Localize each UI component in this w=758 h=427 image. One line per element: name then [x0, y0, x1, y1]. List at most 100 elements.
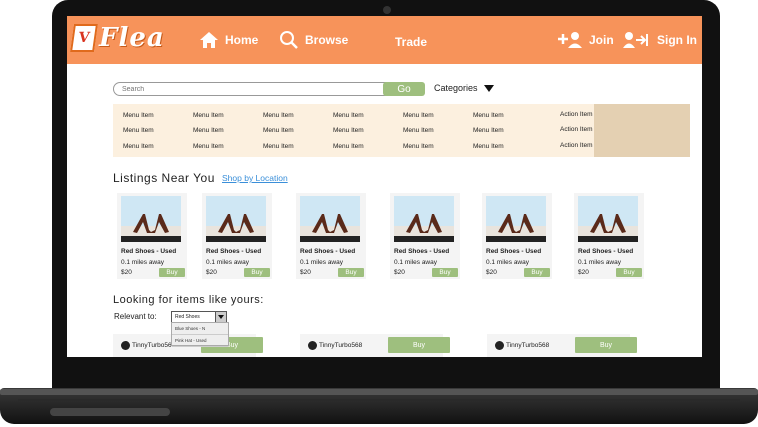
- screen: V Flea Home Browse Trade Join Sign In Go…: [67, 16, 702, 357]
- username: TinnyTurbo568: [319, 342, 363, 349]
- logo[interactable]: V Flea: [70, 22, 165, 54]
- listing-title[interactable]: Red Shoes - Used: [394, 248, 449, 255]
- buy-button[interactable]: Buy: [244, 268, 270, 277]
- laptop-base-lip: [0, 389, 758, 395]
- menu-item[interactable]: Menu Item: [193, 112, 224, 119]
- listing-price: $20: [121, 269, 132, 276]
- nav-join[interactable]: Join: [557, 30, 614, 50]
- listing-title[interactable]: Red Shoes - Used: [578, 248, 633, 255]
- nav-browse[interactable]: Browse: [279, 30, 348, 50]
- listing-image[interactable]: [578, 196, 638, 242]
- shop-by-location-link[interactable]: Shop by Location: [222, 173, 288, 183]
- action-item[interactable]: Action Item: [560, 111, 593, 118]
- menu-item[interactable]: Menu Item: [333, 112, 364, 119]
- top-navbar: V Flea Home Browse Trade Join Sign In: [67, 16, 702, 64]
- menu-item[interactable]: Menu Item: [403, 143, 434, 150]
- buy-button[interactable]: Buy: [388, 337, 450, 353]
- listing-distance: 0.1 miles away: [486, 259, 529, 266]
- user-avatar-icon: [121, 341, 130, 350]
- menu-item[interactable]: Menu Item: [193, 127, 224, 134]
- menu-item[interactable]: Menu Item: [333, 127, 364, 134]
- buy-button[interactable]: Buy: [575, 337, 637, 353]
- listing-price: $20: [486, 269, 497, 276]
- listing-distance: 0.1 miles away: [300, 259, 343, 266]
- home-icon: [200, 32, 218, 48]
- listing-distance: 0.1 miles away: [578, 259, 621, 266]
- buy-button[interactable]: Buy: [338, 268, 364, 277]
- listing-price: $20: [206, 269, 217, 276]
- match-card: TinnyTurbo568 Buy: [487, 334, 637, 357]
- user-info[interactable]: TinnyTurbo568: [495, 341, 549, 350]
- laptop-base-port: [50, 408, 170, 416]
- menu-grid: Menu Item Menu Item Menu Item Menu Item …: [113, 104, 690, 157]
- listing-title[interactable]: Red Shoes - Used: [300, 248, 355, 255]
- relevant-label: Relevant to:: [114, 312, 157, 321]
- triangle-down-icon: [483, 84, 494, 92]
- listing-distance: 0.1 miles away: [394, 259, 437, 266]
- listing-card[interactable]: Red Shoes - Used 0.1 miles away $20 Buy: [390, 193, 460, 279]
- menu-item[interactable]: Menu Item: [473, 112, 504, 119]
- logo-text: Flea: [99, 23, 165, 53]
- user-info[interactable]: TinnyTurbo568: [308, 341, 362, 350]
- buy-button[interactable]: Buy: [159, 268, 185, 277]
- listing-image[interactable]: [486, 196, 546, 242]
- looking-title: Looking for items like yours:: [113, 294, 264, 306]
- listing-image[interactable]: [300, 196, 360, 242]
- laptop-base-seam: [18, 399, 740, 401]
- nav-trade[interactable]: Trade: [395, 32, 427, 52]
- listing-title[interactable]: Red Shoes - Used: [121, 248, 176, 255]
- menu-item[interactable]: Menu Item: [403, 127, 434, 134]
- webcam: [383, 6, 391, 14]
- listing-image[interactable]: [121, 196, 181, 242]
- listing-card[interactable]: Red Shoes - Used 0.1 miles away $20 Buy: [482, 193, 552, 279]
- action-item[interactable]: Action Item: [560, 142, 593, 149]
- menu-item[interactable]: Menu Item: [333, 143, 364, 150]
- listing-card[interactable]: Red Shoes - Used 0.1 miles away $20 Buy: [296, 193, 366, 279]
- action-column: [594, 104, 690, 157]
- shoe-image-icon: [300, 196, 360, 242]
- shoe-image-icon: [206, 196, 266, 242]
- nav-browse-label: Browse: [305, 33, 349, 47]
- search-input[interactable]: [113, 82, 395, 96]
- user-info[interactable]: TinnyTurbo568: [121, 341, 175, 350]
- username: TinnyTurbo568: [506, 342, 550, 349]
- nav-signin-label: Sign In: [657, 33, 697, 47]
- listing-image[interactable]: [394, 196, 454, 242]
- menu-item[interactable]: Menu Item: [193, 143, 224, 150]
- menu-item[interactable]: Menu Item: [473, 143, 504, 150]
- listing-card[interactable]: Red Shoes - Used 0.1 miles away $20 Buy: [117, 193, 187, 279]
- shoe-image-icon: [486, 196, 546, 242]
- menu-item[interactable]: Menu Item: [123, 143, 154, 150]
- menu-item[interactable]: Menu Item: [403, 112, 434, 119]
- chevron-down-icon[interactable]: [215, 312, 226, 322]
- nav-home[interactable]: Home: [199, 30, 258, 50]
- menu-item[interactable]: Menu Item: [123, 127, 154, 134]
- buy-button[interactable]: Buy: [524, 268, 550, 277]
- listing-card[interactable]: Red Shoes - Used 0.1 miles away $20 Buy: [574, 193, 644, 279]
- menu-item[interactable]: Menu Item: [473, 127, 504, 134]
- listing-price: $20: [394, 269, 405, 276]
- user-avatar-icon: [308, 341, 317, 350]
- listing-distance: 0.1 miles away: [121, 259, 164, 266]
- nav-signin[interactable]: Sign In: [623, 30, 697, 50]
- go-button[interactable]: Go: [383, 82, 425, 96]
- categories-label: Categories: [434, 83, 478, 93]
- categories-dropdown[interactable]: Categories: [434, 83, 494, 93]
- dropdown-option[interactable]: Pink Hat - Used: [172, 335, 228, 347]
- shoe-image-icon: [394, 196, 454, 242]
- listing-title[interactable]: Red Shoes - Used: [486, 248, 541, 255]
- nav-join-label: Join: [589, 33, 614, 47]
- buy-button[interactable]: Buy: [432, 268, 458, 277]
- listing-distance: 0.1 miles away: [206, 259, 249, 266]
- menu-item[interactable]: Menu Item: [263, 112, 294, 119]
- action-item[interactable]: Action Item: [560, 126, 593, 133]
- menu-item[interactable]: Menu Item: [263, 143, 294, 150]
- listing-image[interactable]: [206, 196, 266, 242]
- buy-button[interactable]: Buy: [616, 268, 642, 277]
- search-icon: [280, 31, 298, 49]
- menu-item[interactable]: Menu Item: [123, 112, 154, 119]
- listing-title[interactable]: Red Shoes - Used: [206, 248, 261, 255]
- dropdown-option[interactable]: Blue Shoes - N: [172, 323, 228, 335]
- menu-item[interactable]: Menu Item: [263, 127, 294, 134]
- listing-card[interactable]: Red Shoes - Used 0.1 miles away $20 Buy: [202, 193, 272, 279]
